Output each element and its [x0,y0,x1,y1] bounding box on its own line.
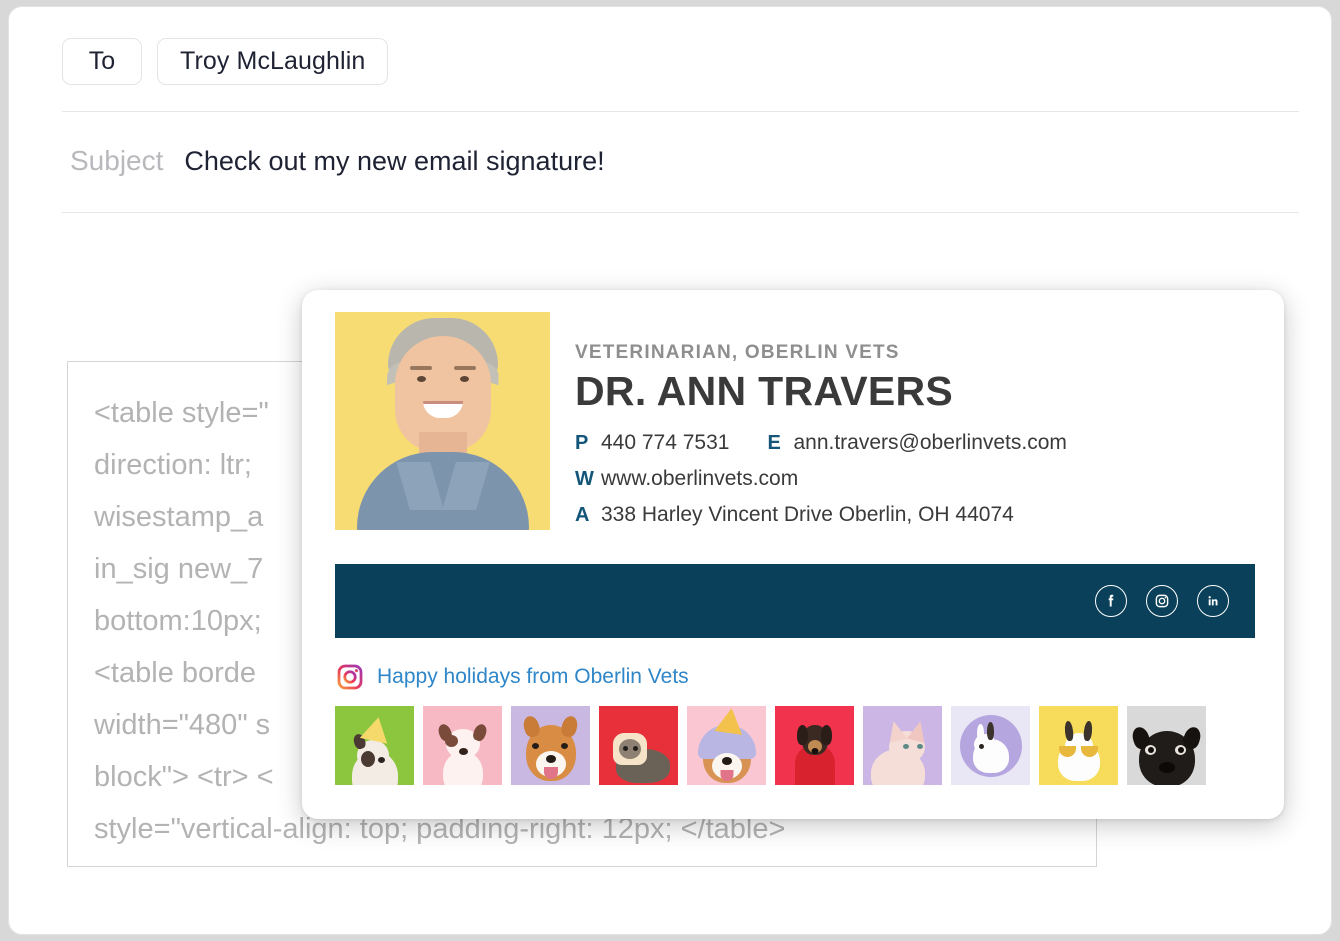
to-row: To Troy McLaughlin [62,38,389,85]
instagram-icon[interactable] [1146,585,1178,617]
phone-key: P [575,432,589,454]
instagram-icon [337,664,363,690]
email-composer: To Troy McLaughlin Subject Check out my … [8,6,1332,935]
thumbnail-dog-party-hat[interactable] [335,706,414,785]
signature-preview-card[interactable]: VETERINARIAN, OBERLIN VETS DR. ANN TRAVE… [302,290,1284,819]
avatar-eye-left [416,376,426,382]
contact-row-address: A 338 Harley Vincent Drive Oberlin, OH 4… [575,503,1067,527]
avatar [335,312,550,530]
to-label: To [88,47,116,75]
avatar-brow-right [453,366,476,370]
thumbnail-shiba-inu[interactable] [511,706,590,785]
thumbnail-rabbit-sunglasses[interactable] [1039,706,1118,785]
website-key: W [575,468,594,490]
screen: To Troy McLaughlin Subject Check out my … [0,0,1340,941]
thumbnail-sphynx-cat[interactable] [863,706,942,785]
avatar-eye-right [459,376,469,382]
person-name: DR. ANN TRAVERS [575,368,954,414]
email-key: E [767,432,781,454]
phone-value[interactable]: 440 774 7531 [601,431,729,455]
recipient-name: Troy McLaughlin [180,47,366,75]
signature-header: VETERINARIAN, OBERLIN VETS DR. ANN TRAVE… [335,312,1067,539]
thumbnail-dog-unicorn-hood[interactable] [687,706,766,785]
divider-subject [62,212,1299,213]
linkedin-icon[interactable] [1197,585,1229,617]
social-bar [335,564,1255,638]
subject-label: Subject [70,145,164,176]
signature-details: VETERINARIAN, OBERLIN VETS DR. ANN TRAVE… [575,312,1067,539]
email-value[interactable]: ann.travers@oberlinvets.com [793,431,1066,455]
job-title: VETERINARIAN, OBERLIN VETS [575,342,900,363]
thumbnail-white-rabbit[interactable] [951,706,1030,785]
thumbnail-cat-bread-costume[interactable] [599,706,678,785]
facebook-icon[interactable] [1095,585,1127,617]
divider-to [62,111,1299,112]
avatar-shirt [356,452,529,530]
instagram-feed-header[interactable]: Happy holidays from Oberlin Vets [335,662,689,692]
thumbnail-french-bulldog[interactable] [423,706,502,785]
recipient-chip[interactable]: Troy McLaughlin [157,38,389,85]
to-label-chip[interactable]: To [62,38,142,85]
website-value[interactable]: www.oberlinvets.com [601,467,798,491]
subject-row[interactable]: Subject Check out my new email signature… [70,145,605,177]
address-value: 338 Harley Vincent Drive Oberlin, OH 440… [601,503,1014,526]
contact-row-phone-email: P 440 774 7531 E ann.travers@oberlinvets… [575,431,1067,455]
instagram-feed-caption[interactable]: Happy holidays from Oberlin Vets [377,665,689,689]
address-key: A [575,504,590,526]
instagram-thumbnail-strip [335,706,1206,785]
avatar-brow-left [409,366,432,370]
thumbnail-dachshund-red-coat[interactable] [775,706,854,785]
contact-row-website: W www.oberlinvets.com [575,467,1067,491]
subject-input[interactable]: Check out my new email signature! [184,146,604,177]
thumbnail-black-pug[interactable] [1127,706,1206,785]
